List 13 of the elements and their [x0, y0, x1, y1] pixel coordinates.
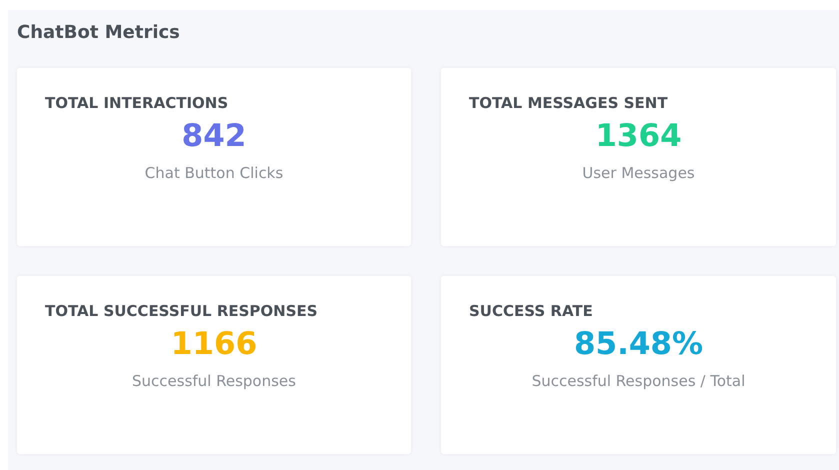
metric-value: 1166	[170, 326, 258, 362]
metric-caption: Chat Button Clicks	[144, 164, 284, 182]
metric-label: TOTAL SUCCESSFUL RESPONSES	[45, 302, 318, 320]
metric-value: 85.48%	[574, 326, 704, 362]
metric-caption: Successful Responses	[132, 372, 296, 390]
metric-label: TOTAL MESSAGES SENT	[469, 94, 668, 112]
metric-value: 1364	[595, 118, 682, 154]
metric-caption: Successful Responses / Total	[532, 372, 746, 390]
metric-label: TOTAL INTERACTIONS	[45, 94, 228, 112]
metric-value: 842	[182, 118, 246, 154]
metric-caption: User Messages	[582, 164, 695, 182]
metric-label: SUCCESS RATE	[469, 302, 593, 320]
panel-title: ChatBot Metrics	[17, 22, 181, 43]
